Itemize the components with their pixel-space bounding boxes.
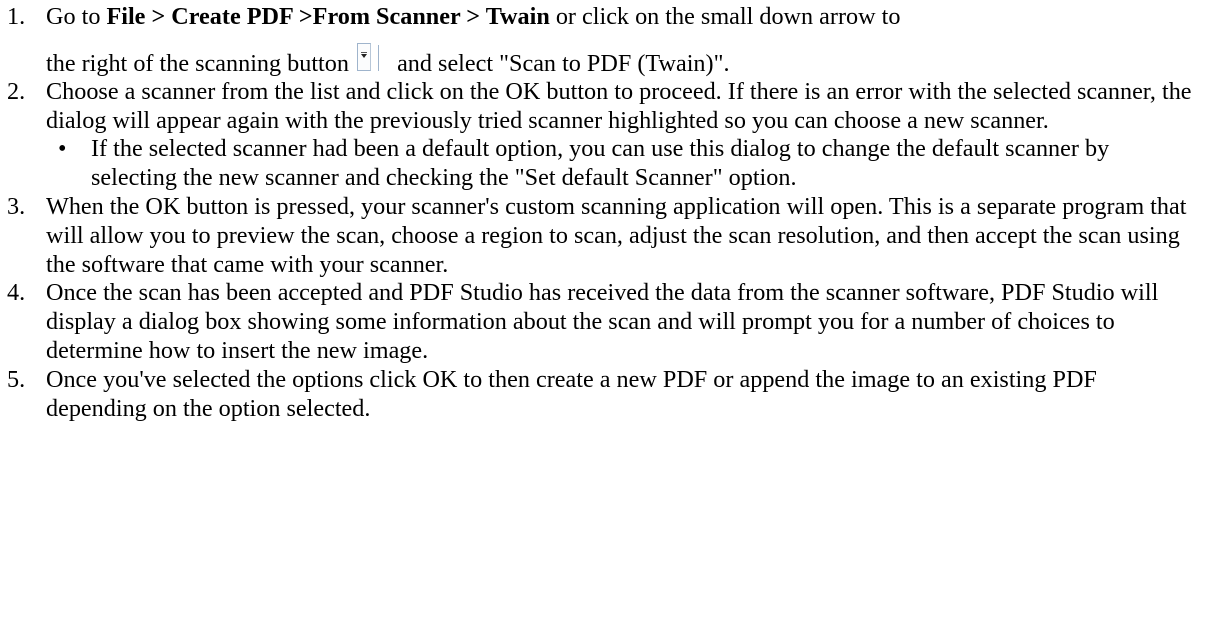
- scan-dropdown-arrow-icon: [357, 42, 389, 73]
- step-1: 1. Go to File > Create PDF >From Scanner…: [0, 3, 1200, 78]
- instructions-document: 1. Go to File > Create PDF >From Scanner…: [0, 0, 1210, 643]
- step-5-text: Once you've selected the options click O…: [46, 365, 1097, 422]
- step-4-text: Once the scan has been accepted and PDF …: [46, 279, 1159, 364]
- step-number: 3.: [7, 192, 26, 220]
- step-4: 4. Once the scan has been accepted and P…: [0, 279, 1200, 365]
- steps-list: 1. Go to File > Create PDF >From Scanner…: [0, 3, 1200, 423]
- step-1-line-2: the right of the scanning button and sel…: [46, 42, 1200, 78]
- step-1-line-1: Go to File > Create PDF >From Scanner > …: [46, 3, 1200, 32]
- menu-path: File > Create PDF >From Scanner > Twain: [106, 3, 550, 30]
- step-1-line-2-lead: the right of the scanning button: [46, 49, 356, 77]
- step-1-line-2-tail: and select "Scan to PDF (Twain)".: [391, 49, 730, 77]
- step-1-tail: or click on the small down arrow to: [549, 3, 901, 30]
- step-2-text: Choose a scanner from the list and click…: [46, 77, 1192, 134]
- step-1-lead: Go to: [46, 3, 107, 30]
- step-number: 4.: [7, 279, 26, 307]
- step-2-bullet-text: If the selected scanner had been a defau…: [91, 135, 1110, 192]
- step-number: 2.: [7, 77, 26, 105]
- step-2-sublist-wrapper: • If the selected scanner had been a def…: [0, 135, 1200, 193]
- step-3-text: When the OK button is pressed, your scan…: [46, 192, 1187, 278]
- step-5: 5. Once you've selected the options clic…: [0, 366, 1200, 424]
- step-number: 5.: [7, 365, 26, 393]
- step-3: 3. When the OK button is pressed, your s…: [0, 193, 1200, 279]
- bullet-marker: •: [58, 135, 67, 163]
- step-2-bullet: • If the selected scanner had been a def…: [0, 135, 1200, 193]
- step-number: 1.: [7, 3, 26, 30]
- step-2: 2. Choose a scanner from the list and cl…: [0, 78, 1200, 136]
- step-2-sublist: • If the selected scanner had been a def…: [0, 135, 1200, 193]
